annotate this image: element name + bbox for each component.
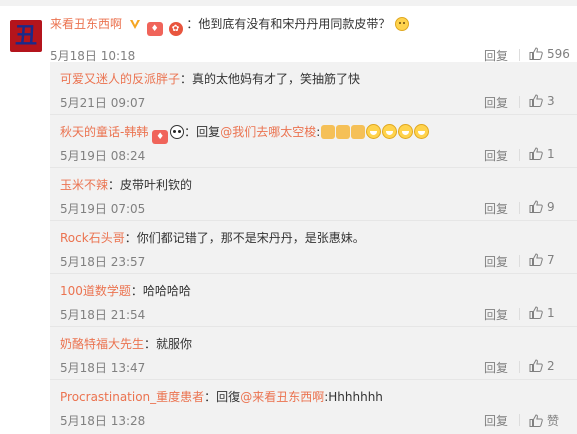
- reply-button[interactable]: 回复: [484, 200, 508, 217]
- reply-username[interactable]: Rock石头哥: [60, 231, 125, 245]
- reply-button[interactable]: 回复: [484, 359, 508, 376]
- reply-username[interactable]: Procrastination_重度患者: [60, 390, 204, 404]
- grin-emoji-icon: [398, 124, 414, 139]
- reply-item: 100道数学题：哈哈哈哈 5月18日 21:54 回复 1: [50, 274, 577, 327]
- thumb-up-icon: [529, 94, 543, 107]
- reply-button[interactable]: 回复: [484, 412, 508, 429]
- thumb-up-icon: [529, 147, 543, 160]
- reply-item: 玉米不辣：皮带叶利钦的 5月19日 07:05 回复 9: [50, 168, 577, 221]
- reply-username[interactable]: 秋天的童话-韩韩: [60, 125, 148, 139]
- reply-line: 秋天的童话-韩韩 ♦ ：回复@我们去哪太空梭:: [60, 123, 430, 144]
- vip-badge-icon: ✿: [168, 22, 183, 36]
- reply-text: ：就服你: [144, 337, 193, 351]
- grin-emoji-icon: [366, 124, 382, 139]
- main-comment-text: ：他到底有没有和宋丹丹用同款皮带？: [186, 17, 391, 31]
- like-button[interactable]: 3: [529, 94, 555, 108]
- avatar[interactable]: 丑: [10, 20, 42, 52]
- reply-time: 5月18日 13:28: [60, 414, 146, 428]
- reply-text: :: [316, 125, 321, 139]
- like-count: 赞: [547, 414, 560, 428]
- action-divider: [519, 149, 520, 161]
- reply-line: 可爱又迷人的反派胖子：真的太他妈有才了，笑抽筋了快: [60, 70, 360, 88]
- fan-badge-icon: ♦: [152, 130, 169, 144]
- like-count: 1: [547, 306, 555, 320]
- thumb-up-icon: [529, 253, 543, 266]
- replies-panel: 可爱又迷人的反派胖子：真的太他妈有才了，笑抽筋了快 5月21日 09:07 回复…: [50, 62, 577, 434]
- thumbs-up-emoji-icon: [321, 125, 336, 139]
- reply-item: 奶酪特福大先生：就服你 5月18日 13:47 回复 2: [50, 327, 577, 380]
- thumb-up-icon: [529, 414, 543, 427]
- reply-time: 5月19日 07:05: [60, 202, 146, 216]
- like-button[interactable]: 1: [529, 147, 555, 161]
- reply-username[interactable]: 奶酪特福大先生: [60, 337, 144, 351]
- like-button[interactable]: 7: [529, 253, 555, 267]
- action-divider: [519, 361, 520, 373]
- reply-button[interactable]: 回复: [484, 147, 508, 164]
- reply-line: 奶酪特福大先生：就服你: [60, 335, 192, 353]
- thumb-up-icon: [529, 359, 543, 372]
- action-divider: [519, 414, 520, 426]
- like-button[interactable]: 赞: [529, 412, 559, 429]
- like-count: 2: [547, 359, 555, 373]
- action-divider: [519, 49, 520, 61]
- panda-icon: [170, 125, 185, 139]
- avatar-logo: 丑: [14, 23, 37, 49]
- verified-icon: [129, 20, 140, 29]
- thumb-up-icon: [529, 306, 543, 319]
- like-count: 9: [547, 200, 555, 214]
- reply-text: :Hhhhhhh: [324, 390, 383, 404]
- reply-text: ：你们都记错了，那不是宋丹丹，是张惠妹。: [124, 231, 365, 245]
- reply-item: Rock石头哥：你们都记错了，那不是宋丹丹，是张惠妹。 5月18日 23:57 …: [50, 221, 577, 274]
- main-comment-line: 来看丑东西啊 ♦ ✿ ：他到底有没有和宋丹丹用同款皮带？: [50, 14, 410, 36]
- reply-prefix: ：回復: [204, 390, 241, 404]
- reply-time: 5月19日 08:24: [60, 149, 146, 163]
- like-count: 3: [547, 94, 555, 108]
- fan-badge-icon: ♦: [146, 22, 163, 36]
- grin-emoji-icon: [414, 124, 430, 139]
- thumbs-up-emoji-icon: [351, 125, 366, 139]
- reply-line: 100道数学题：哈哈哈哈: [60, 282, 191, 300]
- action-divider: [519, 255, 520, 267]
- reply-time: 5月21日 09:07: [60, 96, 146, 110]
- grin-emoji-icon: [382, 124, 398, 139]
- like-button[interactable]: 2: [529, 359, 555, 373]
- thumbs-up-emoji-icon: [336, 125, 351, 139]
- reply-item: Procrastination_重度患者：回復@来看丑东西啊:Hhhhhhh 5…: [50, 380, 577, 433]
- reply-text: ：皮带叶利钦的: [108, 178, 193, 192]
- like-button[interactable]: 9: [529, 200, 555, 214]
- reply-username[interactable]: 玉米不辣: [60, 178, 108, 192]
- main-comment-username[interactable]: 来看丑东西啊: [50, 17, 122, 31]
- reply-text: ：真的太他妈有才了，笑抽筋了快: [180, 72, 361, 86]
- main-comment: 丑 来看丑东西啊 ♦ ✿ ：他到底有没有和宋丹丹用同款皮带？ 5月18日 10:…: [0, 6, 577, 63]
- mention-link[interactable]: @来看丑东西啊: [240, 390, 324, 404]
- like-button[interactable]: 1: [529, 306, 555, 320]
- action-divider: [519, 96, 520, 108]
- reply-item: 秋天的童话-韩韩 ♦ ：回复@我们去哪太空梭: 5月19日 08:24 回复 1: [50, 115, 577, 168]
- mention-link[interactable]: @我们去哪太空梭: [220, 125, 316, 139]
- reply-time: 5月18日 23:57: [60, 255, 146, 269]
- reply-line: 玉米不辣：皮带叶利钦的: [60, 176, 192, 194]
- reply-button[interactable]: 回复: [484, 253, 508, 270]
- reply-username[interactable]: 可爱又迷人的反派胖子: [60, 72, 180, 86]
- action-divider: [519, 202, 520, 214]
- action-divider: [519, 308, 520, 320]
- reply-time: 5月18日 13:47: [60, 361, 146, 375]
- reply-button[interactable]: 回复: [484, 94, 508, 111]
- reply-prefix: ：回复: [184, 125, 221, 139]
- reply-line: Procrastination_重度患者：回復@来看丑东西啊:Hhhhhhh: [60, 388, 383, 406]
- reply-line: Rock石头哥：你们都记错了，那不是宋丹丹，是张惠妹。: [60, 229, 365, 247]
- reply-item: 可爱又迷人的反派胖子：真的太他妈有才了，笑抽筋了快 5月21日 09:07 回复…: [50, 62, 577, 115]
- doge-emoji-icon: [395, 17, 410, 31]
- reply-text: ：哈哈哈哈: [130, 284, 191, 298]
- reply-button[interactable]: 回复: [484, 306, 508, 323]
- reply-username[interactable]: 100道数学题: [60, 284, 131, 298]
- thumb-up-icon: [529, 200, 543, 213]
- main-like-button[interactable]: 596: [529, 47, 570, 61]
- like-count: 7: [547, 253, 555, 267]
- main-like-count: 596: [547, 47, 570, 61]
- reply-time: 5月18日 21:54: [60, 308, 146, 322]
- like-count: 1: [547, 147, 555, 161]
- thumb-up-icon: [529, 47, 543, 60]
